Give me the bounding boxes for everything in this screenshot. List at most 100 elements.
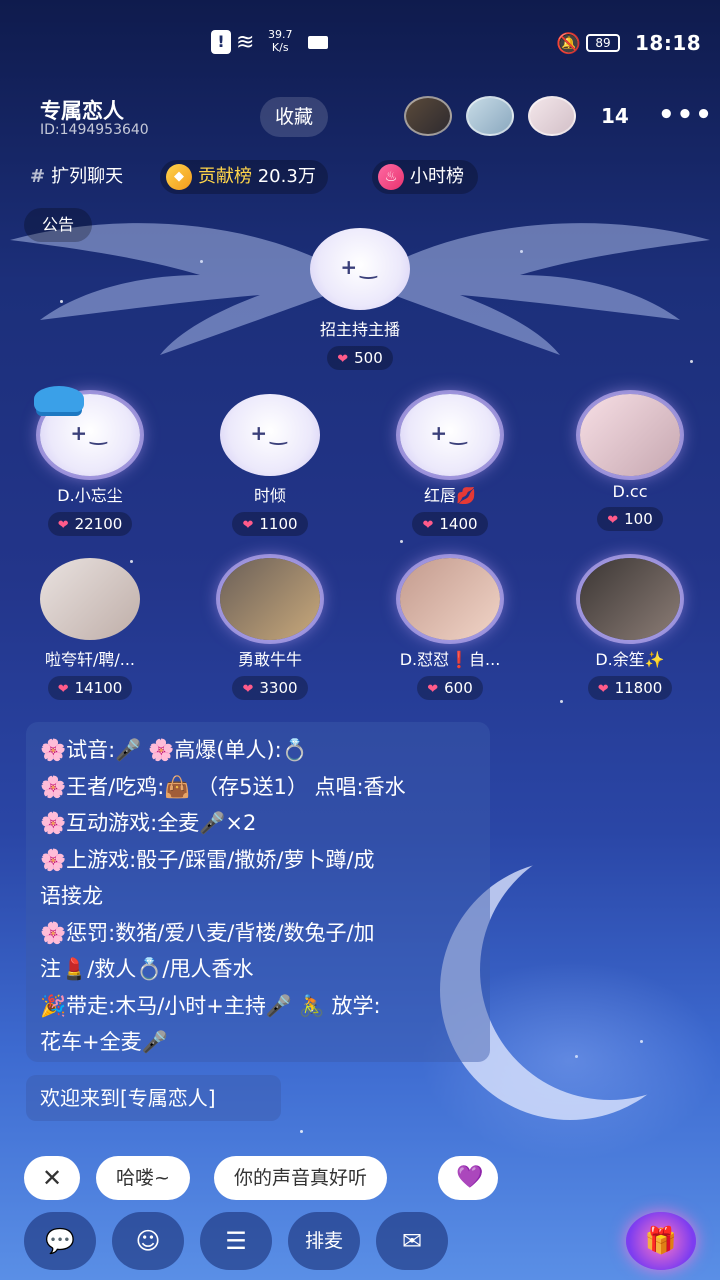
seat-avatar: +‿	[400, 394, 500, 476]
menu-button[interactable]: ☰	[200, 1212, 272, 1270]
quick-reply-chip[interactable]: 💜	[438, 1156, 498, 1200]
room-id: ID:1494953640	[40, 122, 149, 138]
heart-icon: ❤	[427, 682, 439, 697]
seat-score: ❤ 22100	[47, 512, 133, 536]
rules-line: 🌸互动游戏:全麦🎤×2	[40, 811, 257, 835]
hourly-label: 小时榜	[410, 166, 464, 187]
smiley-placeholder-icon: +‿	[430, 421, 470, 446]
smiley-icon: ☺	[135, 1227, 161, 1255]
seat-score: ❤ 1100	[232, 512, 308, 536]
mic-seat-4[interactable]: D.cc ❤ 100	[550, 394, 710, 531]
seat-avatar	[40, 558, 140, 640]
seat-score: ❤ 14100	[47, 676, 133, 700]
gift-button[interactable]: 🎁	[626, 1212, 696, 1270]
mute-bell-icon: 🔕	[556, 31, 581, 55]
rules-line: 注💄/救人💍/甩人香水	[40, 957, 254, 981]
welcome-message: 欢迎来到[专属恋人]	[26, 1075, 281, 1121]
seat-score: ❤ 3300	[232, 676, 308, 700]
alert-icon: !	[211, 30, 231, 54]
clock: 18:18	[635, 31, 702, 55]
heart-icon: ❤	[57, 518, 69, 533]
mic-seat-2[interactable]: +‿ 时倾 ❤ 1100	[190, 394, 350, 536]
more-options-button[interactable]: •••	[658, 100, 714, 130]
mic-seat-1[interactable]: +‿ D.小忘尘 ❤ 22100	[10, 386, 170, 536]
hat-decoration-icon	[34, 386, 84, 412]
hourly-ranking-button[interactable]: ♨ 小时榜	[372, 160, 478, 194]
seat-name: 啦夸轩/聘/...	[44, 650, 136, 669]
rules-line: 语接龙	[40, 884, 103, 908]
seat-score: ❤ 1400	[412, 512, 488, 536]
seat-name: 招主持主播	[319, 320, 400, 339]
seat-name: 红唇💋	[424, 486, 476, 505]
network-speed: 39.7 K/s	[268, 28, 293, 54]
seat-name: 时倾	[253, 486, 286, 505]
mic-seat-5[interactable]: 啦夸轩/聘/... ❤ 14100	[10, 558, 170, 700]
messages-button[interactable]: ✉	[376, 1212, 448, 1270]
online-count[interactable]: 14	[601, 104, 629, 128]
chat-bubble-icon: 💬	[45, 1227, 75, 1255]
seat-name: D.怼怼❗自...	[399, 650, 501, 669]
favorite-button[interactable]: 收藏	[260, 97, 328, 137]
heart-icon: ❤	[242, 682, 254, 697]
seat-name: 勇敢牛牛	[237, 650, 302, 669]
notice-button[interactable]: 公告	[24, 208, 92, 242]
seat-score: ❤ 100	[597, 507, 663, 531]
heart-icon: ❤	[337, 352, 349, 367]
smiley-placeholder-icon: +‿	[250, 421, 290, 446]
heart-icon: ❤	[57, 682, 69, 697]
mic-seat-7[interactable]: D.怼怼❗自... ❤ 600	[370, 558, 530, 700]
seat-name: D.cc	[612, 482, 648, 501]
seat-score: ❤ 500	[327, 346, 393, 370]
contribution-ranking-button[interactable]: ◆ 贡献榜 20.3万	[160, 160, 328, 194]
mic-queue-button[interactable]: 排麦	[288, 1212, 360, 1270]
battery-indicator: 89	[586, 34, 620, 52]
menu-icon: ☰	[225, 1227, 247, 1255]
rules-line: 🌸惩罚:数猪/爱八麦/背楼/数兔子/加	[40, 920, 375, 945]
heart-icon: ❤	[607, 513, 619, 528]
host-seat[interactable]: +‿ 招主持主播 ❤ 500	[280, 228, 440, 370]
topic-tag[interactable]: # 扩列聊天	[20, 160, 133, 194]
flame-icon: ♨	[378, 164, 404, 190]
mic-seat-3[interactable]: +‿ 红唇💋 ❤ 1400	[370, 394, 530, 536]
online-user-avatar[interactable]	[466, 96, 514, 136]
seat-name: D.小忘尘	[57, 486, 123, 505]
heart-icon: ❤	[242, 518, 254, 533]
quick-reply-chip[interactable]: 哈喽~	[96, 1156, 190, 1200]
camera-icon	[308, 36, 328, 49]
heart-icon: ❤	[597, 682, 609, 697]
seat-score: ❤ 600	[417, 676, 483, 700]
rules-line: 🌸王者/吃鸡:👜 （存5送1） 点唱:香水	[40, 774, 406, 799]
network-speed-value: 39.7	[268, 28, 293, 41]
envelope-icon: ✉	[401, 1227, 423, 1255]
emoji-button[interactable]: ☺	[112, 1212, 184, 1270]
quick-reply-chip[interactable]: 你的声音真好听	[214, 1156, 388, 1200]
seat-avatar: +‿	[34, 386, 140, 476]
smiley-placeholder-icon: +‿	[70, 421, 110, 446]
rules-line: 🌸试音:🎤 🌸高爆(单人):💍	[40, 738, 308, 762]
heart-icon: ❤	[422, 518, 434, 533]
rules-line: 🎉带走:木马/小时+主持🎤 🚴 放学:	[40, 993, 381, 1018]
seat-avatar	[580, 394, 680, 476]
room-rules-panel: 🌸试音:🎤 🌸高爆(单人):💍 🌸王者/吃鸡:👜 （存5送1） 点唱:香水 🌸互…	[26, 722, 490, 1062]
close-quick-replies-button[interactable]: ✕	[24, 1156, 80, 1200]
mic-seat-8[interactable]: D.余笙✨ ❤ 11800	[550, 558, 710, 700]
seat-avatar	[580, 558, 680, 640]
rules-line: 🌸上游戏:骰子/踩雷/撒娇/萝卜蹲/成	[40, 847, 375, 872]
topic-label: 扩列聊天	[51, 166, 124, 187]
seat-score: ❤ 11800	[587, 676, 673, 700]
mic-seat-6[interactable]: 勇敢牛牛 ❤ 3300	[190, 558, 350, 700]
seat-name: D.余笙✨	[595, 650, 665, 669]
chat-bubble-button[interactable]: 💬	[24, 1212, 96, 1270]
hashtag-icon: #	[30, 166, 46, 187]
contribution-label: 贡献榜	[198, 166, 252, 187]
contribution-value: 20.3万	[257, 166, 316, 187]
host-avatar: +‿	[310, 228, 410, 310]
status-bar: ! ≋ 39.7 K/s 🔕 89 18:18	[0, 0, 720, 86]
online-user-avatar[interactable]	[528, 96, 576, 136]
diamond-icon: ◆	[166, 164, 192, 190]
rules-line: 花车+全麦🎤	[40, 1030, 168, 1054]
gift-icon: 🎁	[644, 1226, 678, 1256]
room-title[interactable]: 专属恋人	[40, 95, 124, 125]
online-user-avatar[interactable]	[404, 96, 452, 136]
seat-avatar: +‿	[220, 394, 320, 476]
